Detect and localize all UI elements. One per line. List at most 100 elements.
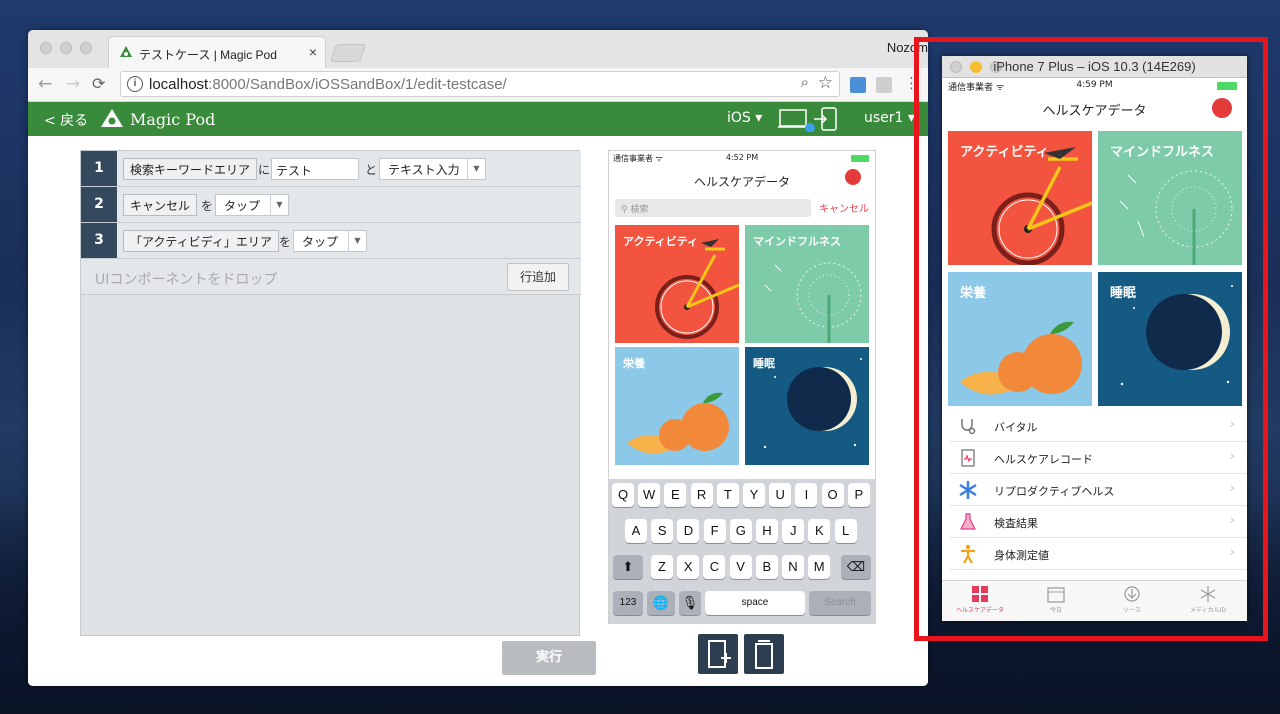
key-g[interactable]: G bbox=[729, 519, 752, 543]
address-url[interactable]: localhost:8000/SandBox/iOSSandBox/1/edit… bbox=[149, 76, 507, 93]
tab-medical-id[interactable]: メディカルID bbox=[1170, 585, 1246, 614]
forward-arrow-icon[interactable]: → bbox=[66, 74, 80, 94]
profile-avatar-icon[interactable] bbox=[845, 169, 861, 185]
tab-close-icon[interactable]: × bbox=[309, 44, 317, 60]
search-key[interactable]: Search bbox=[809, 591, 871, 615]
drop-zone[interactable]: UIコンポーネントをドロップ 行追加 bbox=[81, 259, 581, 295]
add-screen-button[interactable] bbox=[698, 634, 738, 674]
key-t[interactable]: T bbox=[716, 483, 739, 507]
back-arrow-icon[interactable]: ← bbox=[38, 74, 52, 94]
nutrition-tile[interactable]: 栄養 bbox=[948, 272, 1092, 406]
key-r[interactable]: R bbox=[690, 483, 713, 507]
key-o[interactable]: O bbox=[821, 483, 844, 507]
os-dropdown[interactable]: iOS ▾ bbox=[727, 110, 762, 126]
run-button[interactable]: 実行 bbox=[502, 641, 596, 675]
bookmark-star-icon[interactable]: ☆ bbox=[818, 73, 833, 93]
back-link[interactable]: < 戻る bbox=[44, 110, 88, 130]
extension-icon[interactable] bbox=[850, 77, 866, 93]
key-e[interactable]: E bbox=[664, 483, 687, 507]
key-a[interactable]: A bbox=[625, 519, 647, 543]
delete-key-icon[interactable]: ⌫ bbox=[841, 555, 871, 579]
nutrition-tile[interactable]: 栄養 bbox=[615, 347, 739, 465]
microphone-icon[interactable]: 🎙 bbox=[679, 591, 701, 615]
globe-icon[interactable]: 🌐 bbox=[647, 591, 675, 615]
list-item-lab-results[interactable]: 検査結果 › bbox=[950, 506, 1247, 538]
key-b[interactable]: B bbox=[755, 555, 778, 579]
key-l[interactable]: L bbox=[834, 519, 857, 543]
list-item-vitals[interactable]: バイタル › bbox=[950, 410, 1247, 442]
key-s[interactable]: S bbox=[651, 519, 674, 543]
reload-icon[interactable]: ⟳ bbox=[92, 74, 105, 93]
tab-today[interactable]: 今日 bbox=[1018, 585, 1094, 614]
key-i[interactable]: I bbox=[795, 483, 818, 507]
key-p[interactable]: P bbox=[847, 483, 870, 507]
key-w[interactable]: W bbox=[638, 483, 661, 507]
key-f[interactable]: F bbox=[703, 519, 726, 543]
cancel-button[interactable]: キャンセル bbox=[819, 200, 869, 215]
key-v[interactable]: V bbox=[729, 555, 752, 579]
step-value-input[interactable]: テスト bbox=[271, 158, 359, 180]
shift-key[interactable]: ⬆ bbox=[613, 555, 643, 579]
tab-bar: ヘルスケアデータ 今日 ソース メディカルID bbox=[942, 580, 1247, 621]
search-input[interactable]: ⚲ 検索 bbox=[615, 199, 811, 217]
key-n[interactable]: N bbox=[782, 555, 804, 579]
space-key[interactable]: space bbox=[705, 591, 805, 615]
key-x[interactable]: X bbox=[677, 555, 700, 579]
user-menu[interactable]: user1 ▾ bbox=[864, 110, 915, 126]
test-steps-panel: 1 検索キーワードエリア に テスト と テキスト入力 ▼ 2 キャンセル を タ… bbox=[80, 150, 581, 636]
key-q[interactable]: Q bbox=[612, 483, 634, 507]
browser-toolbar: ← → ⟳ i localhost:8000/SandBox/iOSSandBo… bbox=[28, 68, 928, 102]
list-item-reproductive-health[interactable]: リプロダクティブヘルス › bbox=[950, 474, 1247, 506]
key-j[interactable]: J bbox=[782, 519, 805, 543]
key-c[interactable]: C bbox=[703, 555, 726, 579]
simulator-title: iPhone 7 Plus – iOS 10.3 (14E269) bbox=[993, 59, 1196, 74]
chevron-right-icon: › bbox=[1229, 449, 1235, 464]
add-row-button[interactable]: 行追加 bbox=[507, 263, 569, 291]
test-step-row[interactable]: 1 検索キーワードエリア に テスト と テキスト入力 ▼ bbox=[81, 151, 581, 187]
close-window-button[interactable] bbox=[40, 42, 52, 54]
list-item-body-measurements[interactable]: 身体測定値 › bbox=[950, 538, 1247, 570]
activity-tile[interactable]: アクティビティ bbox=[615, 225, 739, 343]
mindfulness-tile[interactable]: マインドフルネス bbox=[745, 225, 869, 343]
mindfulness-tile[interactable]: マインドフルネス bbox=[1098, 131, 1242, 265]
new-tab-button[interactable] bbox=[329, 44, 367, 62]
tab-health-data[interactable]: ヘルスケアデータ bbox=[942, 585, 1018, 614]
step-element-chip[interactable]: 「アクティビディ」エリア bbox=[123, 230, 279, 252]
grid-icon bbox=[972, 586, 988, 602]
key-h[interactable]: H bbox=[756, 519, 778, 543]
key-m[interactable]: M bbox=[808, 555, 831, 579]
test-step-row[interactable]: 3 「アクティビディ」エリア を タップ ▼ bbox=[81, 223, 581, 259]
step-element-chip[interactable]: 検索キーワードエリア bbox=[123, 158, 258, 180]
key-u[interactable]: U bbox=[769, 483, 792, 507]
screen-title: ヘルスケアデータ bbox=[1042, 104, 1147, 119]
list-item-health-records[interactable]: ヘルスケアレコード › bbox=[950, 442, 1247, 474]
tab-strip: テストケース | Magic Pod × Nozom bbox=[28, 30, 928, 68]
peach-icon bbox=[627, 392, 729, 454]
bicycle-icon bbox=[991, 147, 1092, 265]
step-action-select[interactable]: タップ ▼ bbox=[215, 194, 289, 216]
tab-sources[interactable]: ソース bbox=[1094, 585, 1170, 614]
step-action-select[interactable]: テキスト入力 ▼ bbox=[379, 158, 486, 180]
profile-avatar-icon[interactable] bbox=[1212, 98, 1232, 118]
key-k[interactable]: K bbox=[808, 519, 831, 543]
zoom-window-button[interactable] bbox=[80, 42, 92, 54]
key-d[interactable]: D bbox=[677, 519, 700, 543]
test-step-row[interactable]: 2 キャンセル を タップ ▼ bbox=[81, 187, 581, 223]
step-element-chip[interactable]: キャンセル bbox=[123, 194, 198, 216]
info-icon[interactable]: i bbox=[127, 76, 143, 92]
zoom-icon[interactable]: ⌕ bbox=[801, 74, 809, 91]
device-connect-icon[interactable] bbox=[778, 106, 844, 132]
sleep-tile[interactable]: 睡眠 bbox=[745, 347, 869, 465]
browser-tab[interactable]: テストケース | Magic Pod × bbox=[108, 36, 326, 68]
activity-tile[interactable]: アクティビティ bbox=[948, 131, 1092, 265]
camera-extension-icon[interactable] bbox=[876, 77, 892, 93]
address-bar[interactable]: i localhost:8000/SandBox/iOSSandBox/1/ed… bbox=[120, 71, 840, 97]
minimize-window-button[interactable] bbox=[60, 42, 72, 54]
calendar-icon bbox=[1047, 587, 1065, 603]
key-z[interactable]: Z bbox=[651, 555, 673, 579]
numbers-key[interactable]: 123 bbox=[613, 591, 643, 615]
key-y[interactable]: Y bbox=[743, 483, 765, 507]
step-action-select[interactable]: タップ ▼ bbox=[293, 230, 367, 252]
screen-list-button[interactable] bbox=[744, 634, 784, 674]
sleep-tile[interactable]: 睡眠 bbox=[1098, 272, 1242, 406]
